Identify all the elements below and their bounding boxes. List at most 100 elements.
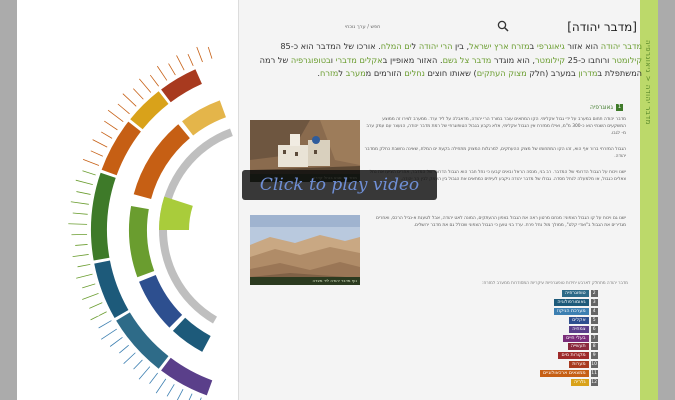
intro-text: . האזור מאופיין ב bbox=[382, 54, 443, 65]
intro-link[interactable]: קילומטר bbox=[535, 55, 565, 65]
wheel-outer-segment[interactable] bbox=[94, 260, 129, 318]
wheel-outer-segment[interactable] bbox=[91, 172, 116, 261]
wheel-tick bbox=[133, 88, 144, 100]
side-breadcrumb[interactable]: מדבר יהודה < גיאוגרפיה bbox=[644, 40, 652, 125]
intro-link[interactable]: קילומטר bbox=[612, 55, 642, 65]
wheel-tick bbox=[188, 393, 193, 400]
legend-item[interactable]: 4 מערכת הניקוז bbox=[540, 307, 598, 315]
intro-link[interactable]: הרי יהודה bbox=[419, 41, 453, 51]
play-video-label: Click to play video bbox=[259, 175, 420, 195]
search-icon[interactable] bbox=[497, 20, 509, 32]
legend-number: 12 bbox=[590, 379, 598, 387]
topography-note: מדבר יהודה מתחלק לארבע יחידות טופוגרפיות… bbox=[482, 280, 628, 285]
intro-link[interactable]: ים המלח bbox=[381, 41, 412, 51]
legend-number: 10 bbox=[590, 361, 598, 369]
intro-link[interactable]: ארץ ישראל bbox=[469, 41, 509, 51]
legend-number: 6 bbox=[590, 325, 598, 333]
legend-item[interactable]: 3 גאומורפולוגיה bbox=[540, 299, 598, 307]
intro-link[interactable]: בטופוגרפיה bbox=[291, 55, 331, 65]
intro-link[interactable]: מזרח bbox=[511, 41, 529, 51]
wheel-label[interactable]: HAAIOL AVAIIAD bbox=[77, 74, 114, 80]
wheel-mid-segment[interactable] bbox=[128, 206, 155, 278]
legend-item[interactable]: 12 גלריה bbox=[540, 379, 598, 387]
wheel-tick bbox=[156, 65, 168, 81]
legend-item[interactable]: 11 ממצאים ארכאולוגיים bbox=[540, 370, 598, 378]
wheel-tick bbox=[207, 46, 213, 59]
intro-link[interactable]: מערב bbox=[346, 68, 366, 78]
intro-text: הזורמים מ bbox=[365, 68, 405, 78]
desert-image bbox=[250, 215, 360, 285]
wheel-outer-segment[interactable] bbox=[101, 121, 141, 176]
wheel-tick bbox=[101, 131, 113, 139]
paragraph-2: הגבול המזרחי ברור אף הוא, זהו הקו המתחומ… bbox=[364, 147, 626, 160]
wheel-tick bbox=[196, 46, 203, 63]
wheel-label[interactable]: גלריה bbox=[167, 165, 178, 170]
wheel-tick bbox=[155, 378, 167, 394]
wheel-outer-segment[interactable] bbox=[161, 357, 213, 396]
legend-label: גלריה bbox=[571, 379, 589, 387]
intro-link[interactable]: מצוק bbox=[508, 68, 526, 78]
intro-link[interactable]: נחלים bbox=[404, 68, 425, 78]
legend-item[interactable]: 10 מערות bbox=[540, 361, 598, 369]
intro-link[interactable]: מדבר צל גשם bbox=[443, 55, 492, 65]
wheel-tick bbox=[139, 78, 152, 93]
wheel-tick bbox=[82, 283, 96, 289]
wheel-outer-segment[interactable] bbox=[161, 69, 202, 103]
intro-text: ב bbox=[529, 41, 537, 51]
wheel-label[interactable]: טופוגרפיה bbox=[51, 242, 70, 247]
wheel-tick bbox=[98, 320, 112, 329]
app-frame: גאוגרפיה טופוגרפיה אקלים צמחיה מערות גלריה HAA… bbox=[0, 0, 675, 400]
intro-link[interactable]: גיאוגרפי bbox=[537, 41, 565, 51]
desert-photo[interactable]: נוף מדבר יהודה ליד מצדה bbox=[250, 215, 360, 285]
wheel-outer-segment[interactable] bbox=[130, 91, 169, 130]
wheel-tick bbox=[90, 150, 103, 157]
wheel-tick bbox=[70, 201, 89, 205]
intro-link[interactable]: העתקים bbox=[477, 68, 506, 78]
wheel-tick bbox=[149, 372, 158, 384]
wheel-tick bbox=[82, 292, 99, 300]
wheel-tick bbox=[76, 273, 93, 279]
legend-item[interactable]: 9 מקורות מים bbox=[540, 352, 598, 360]
wheel-label[interactable]: גאוגרפיה bbox=[79, 115, 96, 120]
legend-item[interactable]: 6 צמחיה bbox=[540, 325, 598, 333]
legend-number: 4 bbox=[590, 307, 598, 315]
wheel-mid-segment[interactable] bbox=[172, 317, 211, 352]
wheel-tick bbox=[100, 328, 117, 340]
wheel-tick bbox=[109, 336, 123, 347]
page-header: [מדבר יהודה] bbox=[567, 20, 637, 34]
intro-link[interactable]: מזרח bbox=[320, 68, 338, 78]
wheel-mid-segment[interactable] bbox=[133, 124, 190, 199]
intro-text: במערב (חלק bbox=[526, 68, 579, 78]
wheel-tick bbox=[176, 55, 185, 71]
wheel-tick bbox=[77, 263, 91, 268]
wheel-label[interactable]: צמחיה bbox=[97, 315, 110, 320]
legend-item[interactable]: 5 אקלים bbox=[540, 316, 598, 324]
wheel-tick bbox=[133, 359, 143, 370]
legend-label: מערכת הניקוז bbox=[553, 307, 589, 315]
legend-item[interactable]: 2 טופוגרפיה bbox=[540, 290, 598, 298]
wheel-label[interactable]: אקלים bbox=[61, 287, 74, 292]
wheel-tick bbox=[68, 223, 88, 225]
legend-number: 9 bbox=[590, 352, 598, 360]
legend-item[interactable]: 7 בעלי חיים bbox=[540, 334, 598, 342]
play-video-button[interactable]: Click to play video bbox=[242, 170, 437, 200]
wheel-label[interactable]: מערות bbox=[112, 89, 125, 94]
legend-number: 7 bbox=[590, 334, 598, 342]
intro-paragraph: מדבר יהודה הוא אזור גיאוגרפי במזרח ארץ י… bbox=[248, 40, 642, 81]
intro-link[interactable]: מדבר יהודה bbox=[601, 41, 642, 51]
wheel-tick bbox=[82, 159, 100, 166]
wheel-tick bbox=[104, 120, 118, 131]
section-heading[interactable]: 1 גאוגרפיה bbox=[590, 104, 623, 111]
legend-item[interactable]: 8 תעשייה bbox=[540, 343, 598, 351]
wheel-tick bbox=[72, 212, 88, 215]
legend-label: טופוגרפיה bbox=[562, 290, 589, 298]
intro-link[interactable]: מדרון bbox=[578, 68, 597, 78]
wheel-mid-segment[interactable] bbox=[182, 100, 226, 136]
breadcrumb[interactable]: חפש / ערך נוכחי bbox=[345, 24, 380, 30]
wheel-tick bbox=[82, 170, 96, 176]
wheel-tick bbox=[76, 191, 91, 195]
wheel-highlight-segment[interactable] bbox=[159, 196, 193, 230]
wheel-tick bbox=[176, 389, 184, 400]
intro-link[interactable]: אקלים מדברי bbox=[336, 55, 383, 65]
legend-label: ממצאים ארכאולוגיים bbox=[540, 370, 589, 378]
